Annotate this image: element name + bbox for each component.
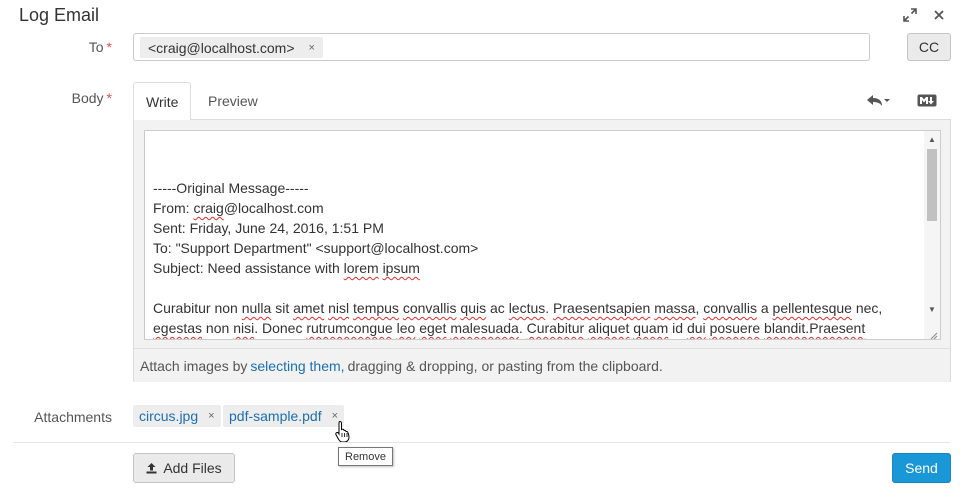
body-line-part: eget — [419, 320, 447, 336]
attach-hint-text: dragging & dropping, or pasting from the… — [347, 357, 663, 374]
attachment-chip: pdf-sample.pdf × — [223, 405, 345, 427]
editor-container: -----Original Message----- From: craig@lo… — [133, 120, 951, 382]
body-line-part: quam — [633, 320, 669, 336]
body-line-part: ipsum — [382, 260, 420, 276]
body-line-part: posuere — [709, 320, 761, 336]
attachment-chip: circus.jpg × — [133, 405, 221, 427]
attachment-link[interactable]: pdf-sample.pdf — [229, 408, 322, 424]
body-line: -----Original Message----- — [153, 180, 309, 196]
body-line-part: lorem — [343, 260, 379, 276]
body-line-part: dui — [686, 320, 706, 336]
body-line-part: nisi — [233, 320, 255, 336]
recipient-tag: <craig@localhost.com> × — [140, 37, 323, 58]
select-images-link[interactable]: selecting them, — [250, 358, 344, 374]
tab-preview[interactable]: Preview — [196, 82, 270, 120]
body-line: egestas non nisi. Donec rutrumcongue leo… — [153, 320, 866, 336]
body-line-part: lectus — [508, 300, 546, 316]
body-line-part: craig — [193, 200, 224, 216]
body-label: Body * — [72, 90, 112, 106]
body-line-part: amet — [293, 300, 325, 316]
reply-menu-icon[interactable] — [866, 90, 890, 110]
attachments-label: Attachments — [34, 409, 112, 425]
remove-recipient-icon[interactable]: × — [309, 42, 315, 54]
remove-tooltip: Remove — [338, 447, 393, 466]
body-line: To: "Support Department" <support@localh… — [153, 240, 479, 256]
markdown-icon[interactable] — [917, 90, 937, 110]
body-line-part: pellentesque — [772, 300, 852, 316]
dialog-title: Log Email — [19, 5, 100, 25]
resize-handle-icon[interactable] — [928, 327, 938, 339]
body-line-part: Curabitur — [526, 320, 585, 336]
textarea-scrollbar[interactable]: ▲ ▼ — [924, 131, 940, 339]
body-line-part: aliquet — [588, 320, 630, 336]
body-line-part: rutrumcongue — [306, 320, 393, 336]
body-line: Curabitur non nulla sit amet nisl tempus… — [153, 300, 883, 316]
body-line-part: convallis — [703, 300, 757, 316]
close-icon[interactable] — [930, 6, 948, 24]
body-line: From: craig@localhost.com — [153, 200, 324, 216]
body-text: -----Original Message----- From: craig@lo… — [153, 178, 923, 338]
body-line-part: nulla — [241, 300, 272, 316]
body-line-part: blandit.Praesent — [764, 320, 866, 336]
required-marker: * — [106, 90, 112, 106]
log-email-dialog: Log Email To * <craig@localhost.com> × CC… — [0, 0, 960, 499]
body-line-part: quis — [460, 300, 487, 316]
footer-divider — [13, 442, 950, 443]
body-line-part: Praesentsapien — [553, 300, 651, 316]
scroll-down-arrow-icon[interactable]: ▼ — [928, 305, 936, 314]
upload-icon — [146, 462, 157, 474]
remove-attachment-icon[interactable]: × — [208, 410, 214, 422]
send-button[interactable]: Send — [892, 453, 951, 483]
scroll-up-arrow-icon[interactable]: ▲ — [928, 135, 936, 144]
to-field[interactable]: <craig@localhost.com> × — [133, 33, 870, 61]
body-line-part: malesuada — [450, 320, 519, 336]
attach-images-hint: Attach images by selecting them, draggin… — [134, 348, 950, 382]
cc-button[interactable]: CC — [907, 33, 951, 61]
add-files-label: Add Files — [163, 460, 222, 476]
body-line-part: nisl — [328, 300, 350, 316]
body-line-part: tempus — [353, 300, 399, 316]
body-line: Subject: Need assistance with lorem ipsu… — [153, 260, 420, 276]
body-line-part: egestas — [153, 320, 203, 336]
body-textarea[interactable]: -----Original Message----- From: craig@lo… — [144, 130, 941, 340]
body-line-part: massa — [654, 300, 696, 316]
body-line-part: leo — [396, 320, 416, 336]
tab-write[interactable]: Write — [133, 82, 192, 121]
to-label: To * — [89, 39, 112, 55]
body-line: Sent: Friday, June 24, 2016, 1:51 PM — [153, 220, 384, 236]
body-line — [153, 278, 923, 298]
scrollbar-thumb[interactable] — [927, 149, 937, 221]
to-label-text: To — [88, 39, 104, 55]
attach-hint-text: Attach images by — [140, 357, 248, 374]
add-files-button[interactable]: Add Files — [133, 453, 235, 483]
body-line-part: convallis — [402, 300, 457, 316]
recipient-address: <craig@localhost.com> — [148, 39, 295, 56]
editor-tabs: Write Preview — [133, 82, 951, 121]
expand-icon[interactable] — [901, 6, 919, 24]
required-marker: * — [106, 39, 112, 55]
body-label-text: Body — [71, 90, 104, 106]
attachment-link[interactable]: circus.jpg — [139, 408, 198, 424]
